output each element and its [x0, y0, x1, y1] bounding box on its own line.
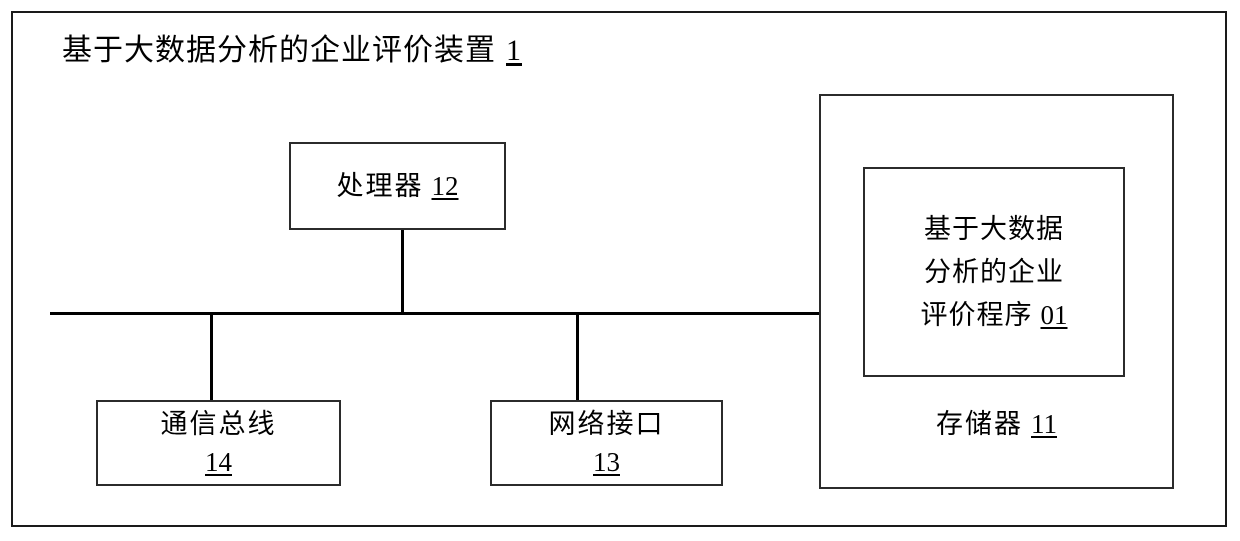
comm-bus-reference-number: 14: [205, 447, 232, 477]
comm-bus-box: 通信总线 14: [96, 400, 341, 486]
processor-label: 处理器 12: [337, 168, 459, 204]
network-interface-reference-number: 13: [593, 447, 620, 477]
processor-box: 处理器 12: [289, 142, 506, 230]
program-box: 基于大数据 分析的企业 评价程序 01: [863, 167, 1125, 377]
comm-bus-connector-line: [210, 313, 213, 401]
memory-reference-number: 11: [1031, 409, 1057, 439]
comm-bus-label: 通信总线 14: [161, 406, 277, 480]
figure-title-reference-number: 1: [506, 34, 522, 67]
network-interface-connector-line: [576, 313, 579, 401]
program-label-line3: 评价程序: [920, 299, 1033, 330]
network-interface-label-text: 网络接口: [548, 409, 665, 439]
processor-label-text: 处理器: [336, 171, 424, 201]
network-interface-label: 网络接口 13: [549, 406, 665, 480]
patent-figure: 基于大数据分析的企业评价装置 1 处理器 12 通信总线 14 网络接口 13 基于大数…: [0, 0, 1240, 541]
program-label: 基于大数据 分析的企业 评价程序 01: [921, 208, 1068, 337]
program-label-line2: 分析的企业: [924, 256, 1064, 287]
processor-connector-line: [401, 229, 404, 314]
figure-title: 基于大数据分析的企业评价装置 1: [62, 31, 522, 71]
network-interface-box: 网络接口 13: [490, 400, 723, 486]
figure-title-text: 基于大数据分析的企业评价装置: [62, 34, 496, 67]
memory-label: 存储器 11: [821, 406, 1172, 442]
processor-reference-number: 12: [431, 171, 459, 201]
comm-bus-label-text: 通信总线: [160, 409, 277, 439]
memory-box: 基于大数据 分析的企业 评价程序 01 存储器 11: [819, 94, 1174, 489]
program-label-line1: 基于大数据: [924, 213, 1064, 244]
program-reference-number: 01: [1040, 299, 1068, 330]
memory-label-text: 存储器: [936, 409, 1023, 439]
bus-main-line: [50, 312, 821, 315]
